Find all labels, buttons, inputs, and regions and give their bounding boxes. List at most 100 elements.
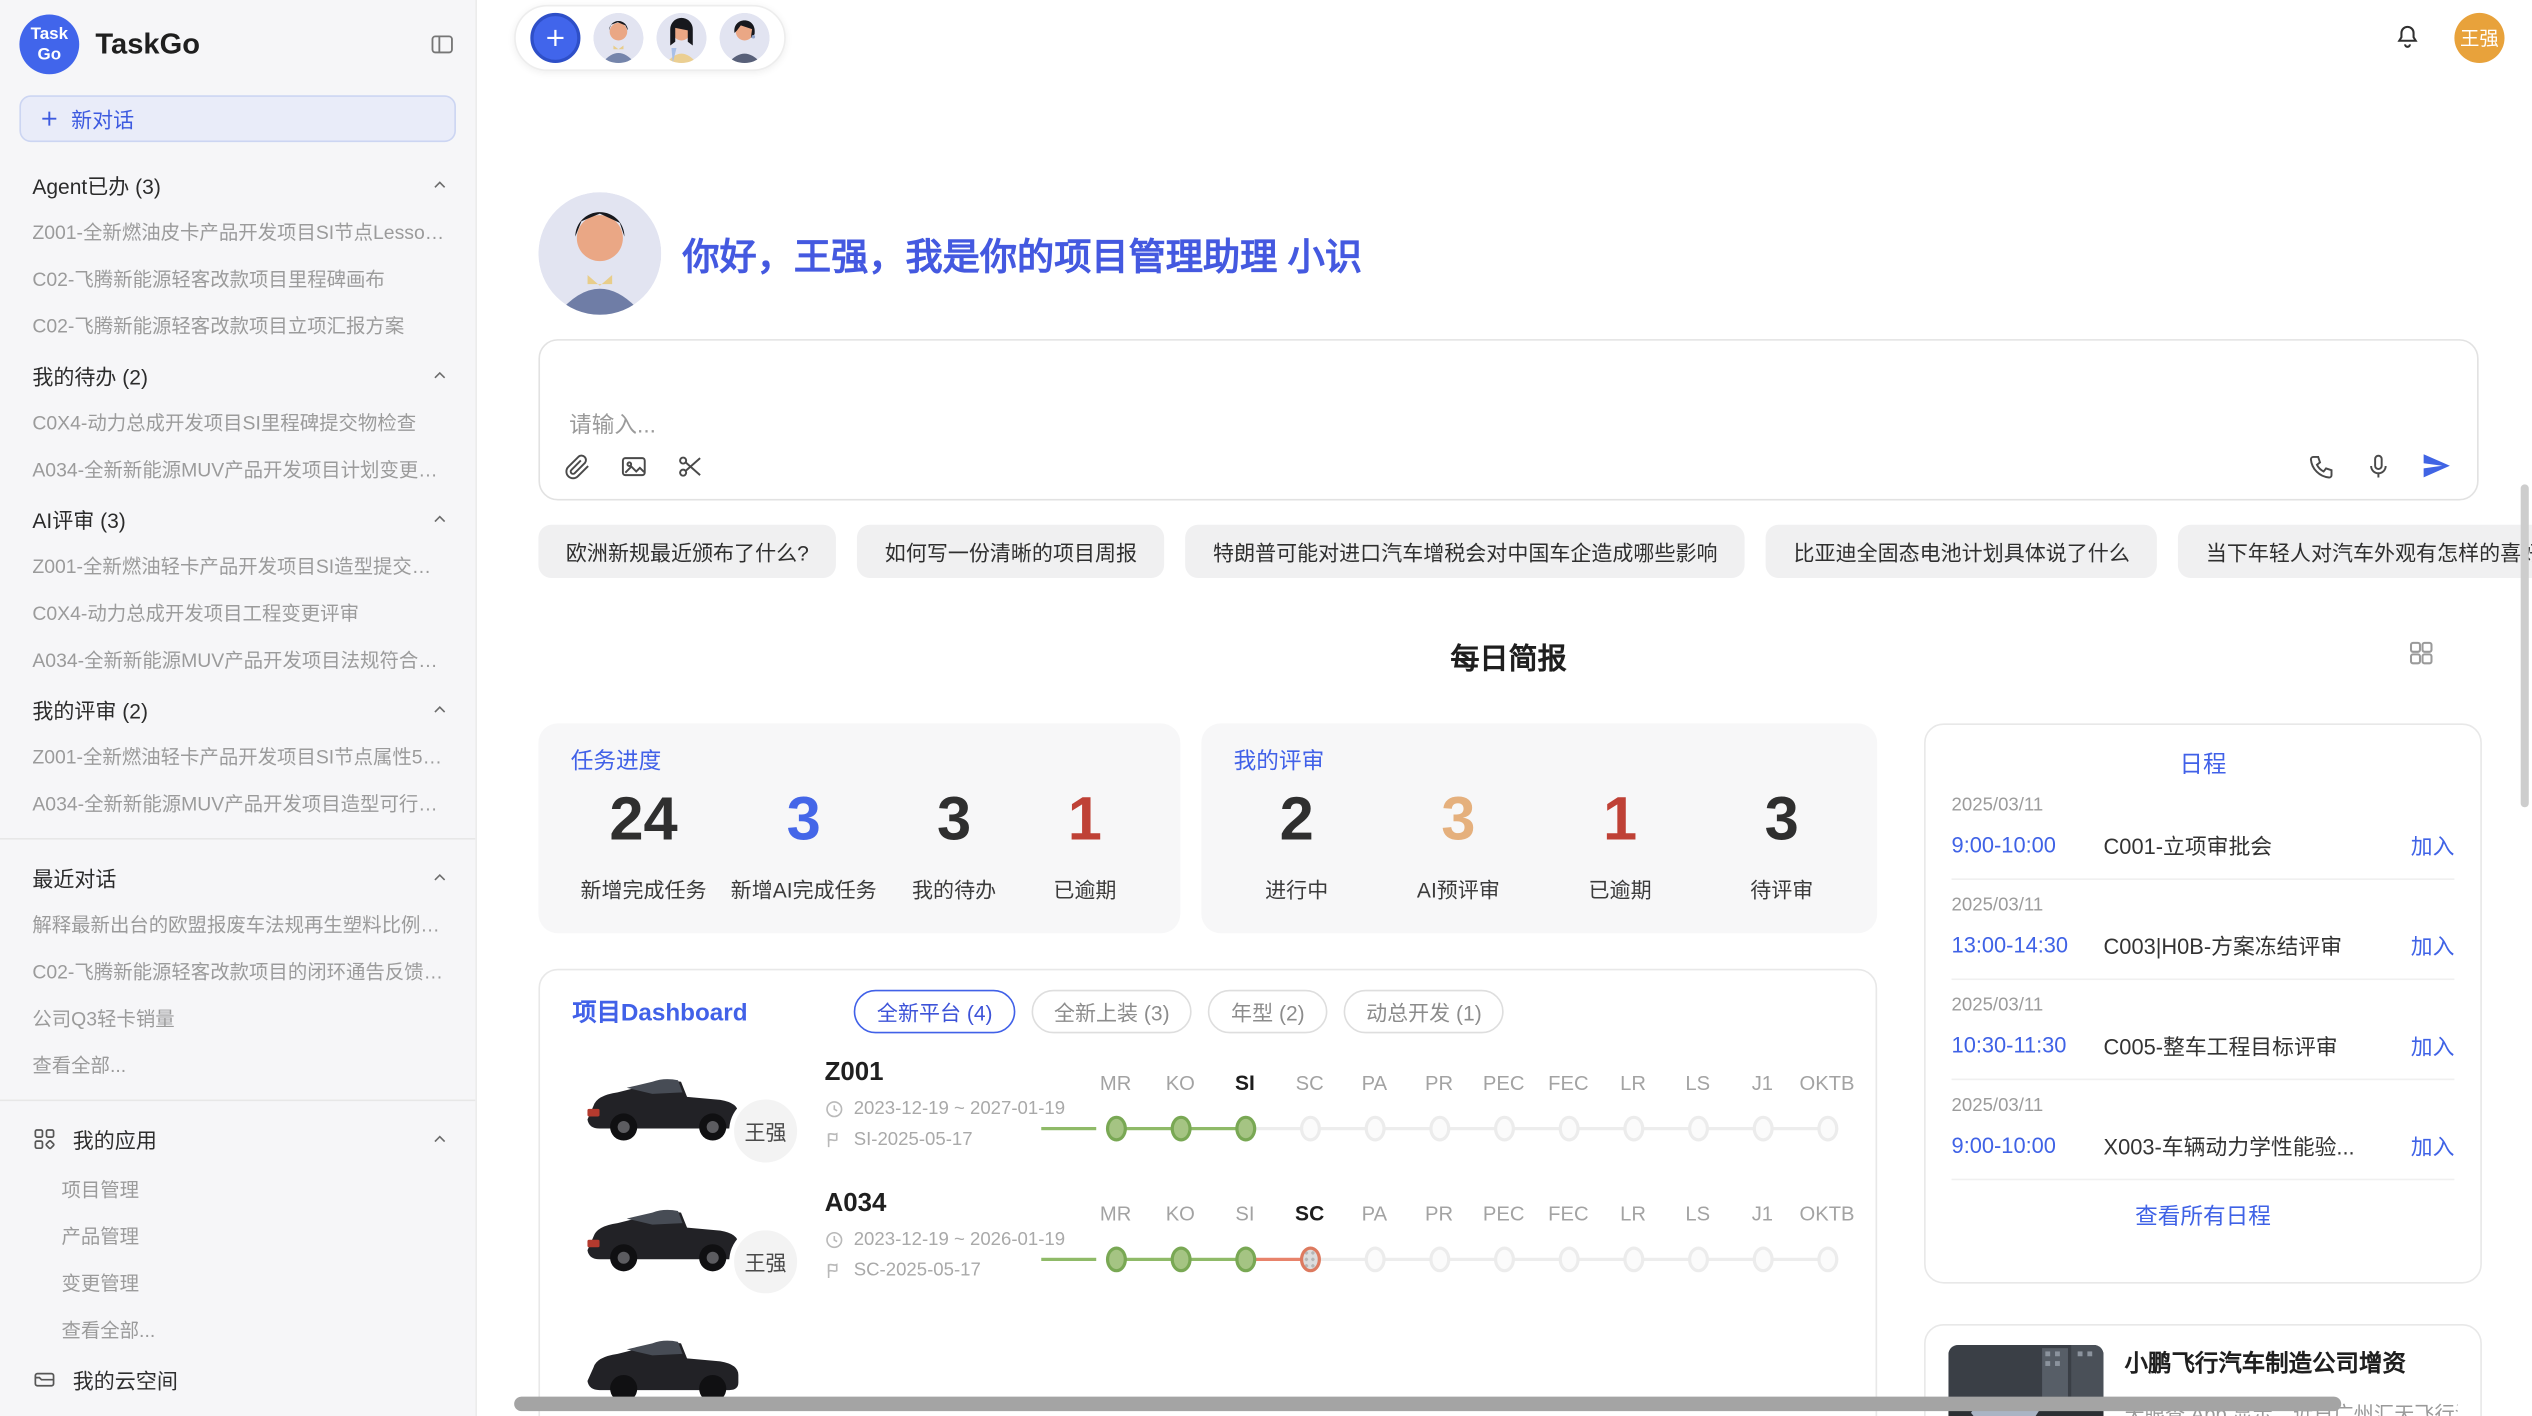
sidebar-item[interactable]: A034-全新新能源MUV产品开发项目造型可行性评审 [0, 780, 475, 827]
new-session-button[interactable] [530, 12, 580, 62]
sidebar-item-favorites[interactable]: 我的收藏 [0, 1406, 475, 1416]
milestone-node: MR [1083, 1068, 1148, 1141]
new-chat-button[interactable]: 新对话 [19, 95, 456, 142]
join-link[interactable]: 加入 [2411, 1029, 2455, 1061]
chevron-up-icon[interactable] [430, 175, 449, 194]
app-item-product-mgmt[interactable]: 产品管理 [0, 1213, 475, 1260]
vertical-scrollbar[interactable] [2521, 484, 2529, 807]
milestone-node: LR [1601, 1199, 1666, 1272]
schedule-date: 2025/03/11 [1952, 796, 2455, 815]
attachment-icon[interactable] [563, 452, 592, 481]
avatar-person-1[interactable] [593, 12, 643, 62]
suggestion-chip[interactable]: 如何写一份清晰的项目周报 [857, 525, 1164, 578]
milestone-dot [1558, 1246, 1579, 1272]
milestone-node: J1 [1730, 1199, 1795, 1272]
scissors-icon[interactable] [676, 452, 705, 481]
recent-chat-item[interactable]: 公司Q3轻卡销量 [0, 995, 475, 1042]
section-recent-chats[interactable]: 最近对话 [0, 851, 475, 901]
section-my-todo[interactable]: 我的待办 (2) [0, 349, 475, 399]
suggestion-chip[interactable]: 比亚迪全固态电池计划具体说了什么 [1766, 525, 2157, 578]
sidebar-item[interactable]: Z001-全新燃油皮卡产品开发项目SI节点Lesson Learn报告 [0, 208, 475, 255]
tab-all-new-platform[interactable]: 全新平台 (4) [854, 990, 1015, 1034]
schedule-name: X003-车辆动力学性能验... [2104, 1129, 2411, 1161]
milestone-dot [1105, 1246, 1126, 1272]
project-info: A034 2023-12-19 ~ 2026-01-19 [825, 1190, 1084, 1280]
sidebar-item[interactable]: C02-飞腾新能源轻客改款项目里程碑画布 [0, 255, 475, 302]
task-progress-card: 任务进度 24 新增完成任务 3 新增AI完成任务 [538, 723, 1180, 933]
suggestion-chip[interactable]: 特朗普可能对进口汽车增税会对中国车企造成哪些影响 [1186, 525, 1745, 578]
sidebar-item[interactable]: A034-全新新能源MUV产品开发项目法规符合性评审 [0, 636, 475, 683]
chevron-up-icon[interactable] [430, 1129, 449, 1148]
tab-year-model[interactable]: 年型 (2) [1208, 990, 1327, 1034]
clock-icon [825, 1230, 844, 1249]
sidebar-item-cloud-space[interactable]: 我的云空间 [0, 1353, 475, 1406]
view-all-apps[interactable]: 查看全部... [0, 1306, 475, 1353]
suggestion-chip[interactable]: 当下年轻人对汽车外观有怎样的喜好趋势 [2178, 525, 2532, 578]
section-agent-done[interactable]: Agent已办 (3) [0, 158, 475, 208]
join-link[interactable]: 加入 [2411, 1129, 2455, 1161]
section-my-review[interactable]: 我的评审 (2) [0, 683, 475, 733]
flag-icon [825, 1130, 844, 1149]
sidebar-header: Task Go TaskGo [0, 0, 475, 84]
milestone-dot [1817, 1115, 1838, 1141]
apps-grid-icon [32, 1127, 56, 1151]
app-item-project-mgmt[interactable]: 项目管理 [0, 1166, 475, 1213]
notification-bell-icon[interactable] [2393, 23, 2422, 52]
metric-label: 新增完成任务 [580, 873, 706, 904]
horizontal-scrollbar[interactable] [514, 1397, 2341, 1412]
suggestion-chip[interactable]: 欧洲新规最近颁布了什么? [538, 525, 836, 578]
sidebar-item-my-apps[interactable]: 我的应用 [0, 1112, 475, 1165]
milestone-dot [1299, 1246, 1320, 1272]
schedule-time: 13:00-14:30 [1952, 932, 2104, 956]
metric-value: 3 [901, 783, 1008, 860]
send-icon[interactable] [2420, 450, 2451, 481]
logo-text-top: Task [31, 25, 68, 44]
milestone-dot [1558, 1115, 1579, 1141]
avatar-person-2[interactable] [656, 12, 706, 62]
join-link[interactable]: 加入 [2411, 828, 2455, 860]
chevron-up-icon[interactable] [430, 366, 449, 385]
milestone-dot [1687, 1115, 1708, 1141]
phone-call-icon[interactable] [2307, 451, 2336, 480]
app-item-change-mgmt[interactable]: 变更管理 [0, 1259, 475, 1306]
sidebar-item[interactable]: Z001-全新燃油轻卡产品开发项目SI节点属性5D文件评审 [0, 733, 475, 780]
milestone-node-current: SI [1213, 1068, 1278, 1141]
avatar-person-3[interactable] [720, 12, 770, 62]
recent-chat-item[interactable]: C02-飞腾新能源轻客改款项目的闭环通告反馈情况 [0, 948, 475, 995]
milestone-dot [1817, 1246, 1838, 1272]
chat-input-box[interactable]: 请输入... [538, 339, 2478, 500]
milestone-dot [1428, 1115, 1449, 1141]
image-upload-icon[interactable] [619, 452, 648, 481]
milestone-dot [1105, 1115, 1126, 1141]
layout-grid-icon[interactable] [2406, 638, 2437, 669]
recent-chat-item[interactable]: 解释最新出台的欧盟报废车法规再生塑料比例被调至15%... [0, 901, 475, 948]
sidebar-item[interactable]: C0X4-动力总成开发项目SI里程碑提交物检查 [0, 399, 475, 446]
project-row-z001[interactable]: 王强 Z001 2023-12-19 ~ 2027-01-19 [540, 1033, 1876, 1164]
tab-new-body[interactable]: 全新上装 (3) [1031, 990, 1192, 1034]
metric: 3 AI预评审 [1405, 783, 1512, 903]
user-avatar[interactable]: 王强 [2454, 12, 2504, 62]
metric-label: 已逾期 [1567, 873, 1674, 904]
sidebar-item[interactable]: C02-飞腾新能源轻客改款项目立项汇报方案 [0, 302, 475, 349]
tab-powertrain[interactable]: 动总开发 (1) [1343, 990, 1504, 1034]
project-row-a034[interactable]: 王强 A034 2023-12-19 ~ 2026-01-19 [540, 1164, 1876, 1295]
schedule-name: C003|H0B-方案冻结评审 [2104, 928, 2411, 960]
join-link[interactable]: 加入 [2411, 928, 2455, 960]
section-ai-review[interactable]: AI评审 (3) [0, 492, 475, 542]
section-title: 最近对话 [32, 862, 116, 893]
view-all-schedule-link[interactable]: 查看所有日程 [1952, 1200, 2455, 1232]
sidebar-item[interactable]: Z001-全新燃油轻卡产品开发项目SI造型提交物评审 [0, 543, 475, 590]
sidebar-collapse-icon[interactable] [428, 31, 455, 58]
sidebar-item[interactable]: A034-全新新能源MUV产品开发项目计划变更表编写 [0, 446, 475, 493]
sidebar-item[interactable]: C0X4-动力总成开发项目工程变更评审 [0, 589, 475, 636]
milestone-dot [1299, 1115, 1320, 1141]
schedule-date: 2025/03/11 [1952, 896, 2455, 915]
chevron-up-icon[interactable] [430, 700, 449, 719]
project-car-image: 王强 [572, 1058, 753, 1152]
input-toolbar-left [563, 452, 705, 481]
chevron-up-icon[interactable] [430, 868, 449, 887]
chevron-up-icon[interactable] [430, 509, 449, 528]
microphone-icon[interactable] [2364, 451, 2393, 480]
milestone-node: MR [1083, 1199, 1148, 1272]
view-all-chats[interactable]: 查看全部... [0, 1041, 475, 1088]
